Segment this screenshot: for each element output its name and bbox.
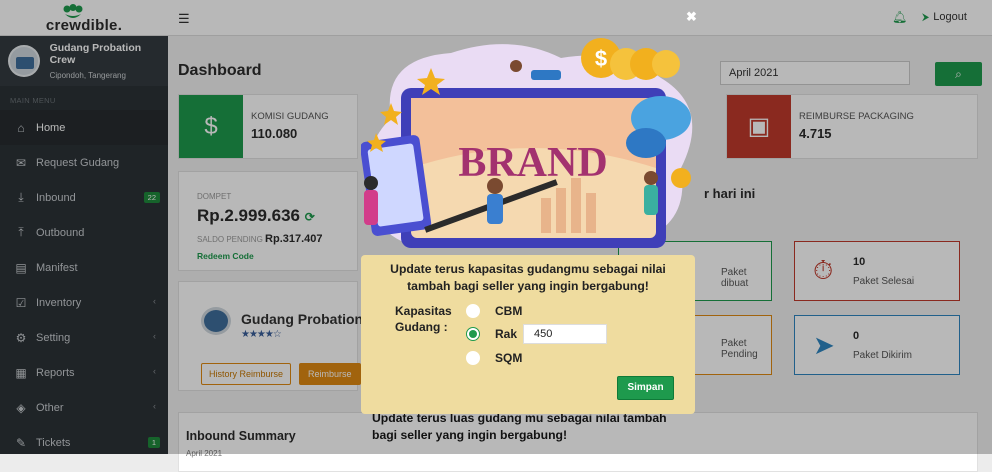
radio-rak[interactable] [466,327,480,341]
rak-quantity-input[interactable]: 450 [523,324,607,344]
modal-message-line2: tambah bagi seller yang ingin bergabung! [407,279,649,293]
close-icon[interactable]: ✖ [686,9,697,25]
behind-text-line2: bagi seller yang ingin bergabung! [372,428,568,442]
capacity-modal: BRAND $ Update terus kapasitas gudangmu … [361,38,695,414]
behind-modal-text: Update terus luas gudang mu sebagai nila… [372,410,667,444]
kapasitas-line2: Gudang : [395,320,448,334]
brand-word: BRAND [458,140,607,186]
modal-form: Update terus kapasitas gudangmu sebagai … [361,255,695,414]
radio-sqm[interactable] [466,351,480,365]
option-cbm-label: CBM [495,304,523,318]
option-rak[interactable]: Rak [466,327,517,341]
modal-message: Update terus kapasitas gudangmu sebagai … [361,261,695,295]
option-cbm[interactable]: CBM [466,304,522,318]
simpan-button[interactable]: Simpan [617,376,674,400]
option-sqm[interactable]: SQM [466,351,522,365]
kapasitas-label: Kapasitas Gudang : [395,303,452,335]
option-rak-label: Rak [495,327,518,341]
radio-cbm[interactable] [466,304,480,318]
kapasitas-line1: Kapasitas [395,304,452,318]
brand-illustration: BRAND $ [361,38,693,248]
option-sqm-label: SQM [495,351,523,365]
modal-message-line1: Update terus kapasitas gudangmu sebagai … [390,262,666,276]
coin-icon-1: $ [595,46,607,71]
